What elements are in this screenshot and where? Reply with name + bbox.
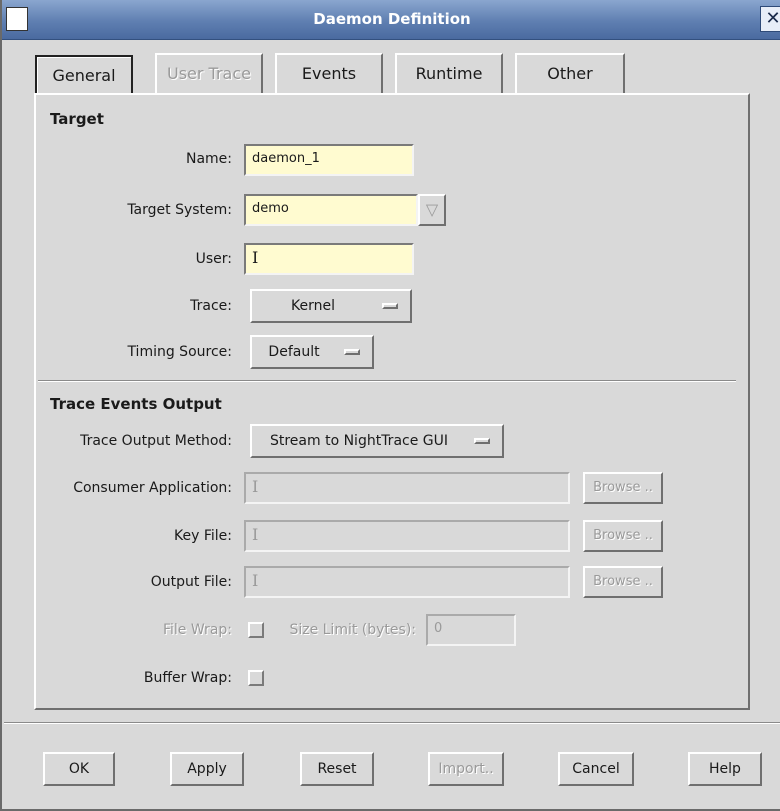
import-button[interactable]: Import.. [428, 752, 504, 786]
consumer-application-label: Consumer Application: [73, 480, 232, 496]
target-system-field-value: demo [252, 201, 289, 216]
trace-output-method-option-menu[interactable]: Stream to NightTrace GUI [250, 424, 504, 458]
consumer-application-browse-button[interactable]: Browse .. [583, 472, 663, 504]
tab-general-label: General [52, 66, 116, 85]
buffer-wrap-label: Buffer Wrap: [143, 670, 232, 686]
daemon-definition-dialog: Daemon Definition ✕ General User Trace E… [0, 0, 780, 811]
output-file-label: Output File: [150, 574, 232, 590]
help-button[interactable]: Help [688, 752, 762, 786]
close-icon[interactable]: ✕ [760, 6, 780, 32]
cancel-button-label: Cancel [572, 761, 620, 777]
tab-other-label: Other [547, 64, 593, 83]
section-title-target: Target [50, 110, 104, 128]
trace-output-method-label: Trace Output Method: [80, 433, 232, 449]
consumer-application-field[interactable]: I [244, 472, 570, 504]
output-file-value: I [252, 571, 259, 590]
tab-runtime[interactable]: Runtime [395, 53, 503, 95]
ok-button-label: OK [68, 761, 90, 777]
trace-label: Trace: [190, 298, 232, 314]
window-title: Daemon Definition [313, 10, 471, 28]
apply-button[interactable]: Apply [170, 752, 244, 786]
size-limit-field[interactable]: 0 [426, 614, 516, 646]
key-file-field[interactable]: I [244, 520, 570, 552]
timing-source-option-menu[interactable]: Default [250, 335, 374, 369]
timing-source-label: Timing Source: [127, 344, 232, 360]
target-system-label: Target System: [127, 202, 232, 218]
timing-source-option-value: Default [268, 344, 320, 360]
name-field-value: daemon_1 [252, 151, 320, 166]
key-file-label: Key File: [174, 528, 232, 544]
target-system-dropdown-button[interactable]: ▽ [418, 194, 446, 226]
user-field-value: I [252, 248, 259, 267]
section-divider [38, 380, 736, 382]
reset-button[interactable]: Reset [300, 752, 374, 786]
output-file-field[interactable]: I [244, 566, 570, 598]
file-wrap-label: File Wrap: [162, 622, 232, 638]
target-system-field[interactable]: demo [244, 194, 418, 226]
trace-output-method-value: Stream to NightTrace GUI [269, 433, 449, 449]
tab-runtime-label: Runtime [415, 64, 483, 83]
reset-button-label: Reset [317, 761, 357, 777]
user-label: User: [195, 251, 232, 267]
tab-user-trace[interactable]: User Trace [155, 53, 263, 95]
output-file-browse-button[interactable]: Browse .. [583, 566, 663, 598]
apply-button-label: Apply [187, 761, 227, 777]
help-button-label: Help [709, 761, 741, 777]
browse-label: Browse .. [593, 480, 653, 495]
file-wrap-checkbox[interactable] [248, 622, 264, 638]
tab-general[interactable]: General [35, 55, 133, 95]
tab-events-label: Events [301, 64, 357, 83]
option-menu-indicator-icon [344, 349, 360, 355]
button-area-divider [4, 722, 780, 724]
section-title-trace-events-output: Trace Events Output [50, 395, 222, 413]
key-file-value: I [252, 525, 259, 544]
browse-label: Browse .. [593, 574, 653, 589]
tab-other[interactable]: Other [515, 53, 625, 95]
tab-user-trace-label: User Trace [167, 64, 251, 83]
buffer-wrap-checkbox[interactable] [248, 670, 264, 686]
option-menu-indicator-icon [474, 438, 490, 444]
user-field[interactable]: I [244, 243, 414, 275]
option-menu-indicator-icon [382, 303, 398, 309]
title-bar[interactable]: Daemon Definition ✕ [2, 0, 780, 40]
tab-events[interactable]: Events [275, 53, 383, 95]
import-button-label: Import.. [438, 761, 494, 777]
trace-option-value: Kernel [291, 298, 335, 314]
cancel-button[interactable]: Cancel [558, 752, 634, 786]
size-limit-value: 0 [434, 621, 443, 636]
consumer-application-value: I [252, 477, 259, 496]
name-field[interactable]: daemon_1 [244, 144, 414, 176]
key-file-browse-button[interactable]: Browse .. [583, 520, 663, 552]
size-limit-label: Size Limit (bytes): [289, 622, 416, 638]
name-label: Name: [185, 151, 232, 167]
chevron-down-icon: ▽ [425, 200, 439, 219]
browse-label: Browse .. [593, 528, 653, 543]
ok-button[interactable]: OK [43, 752, 115, 786]
trace-option-menu[interactable]: Kernel [250, 289, 412, 323]
